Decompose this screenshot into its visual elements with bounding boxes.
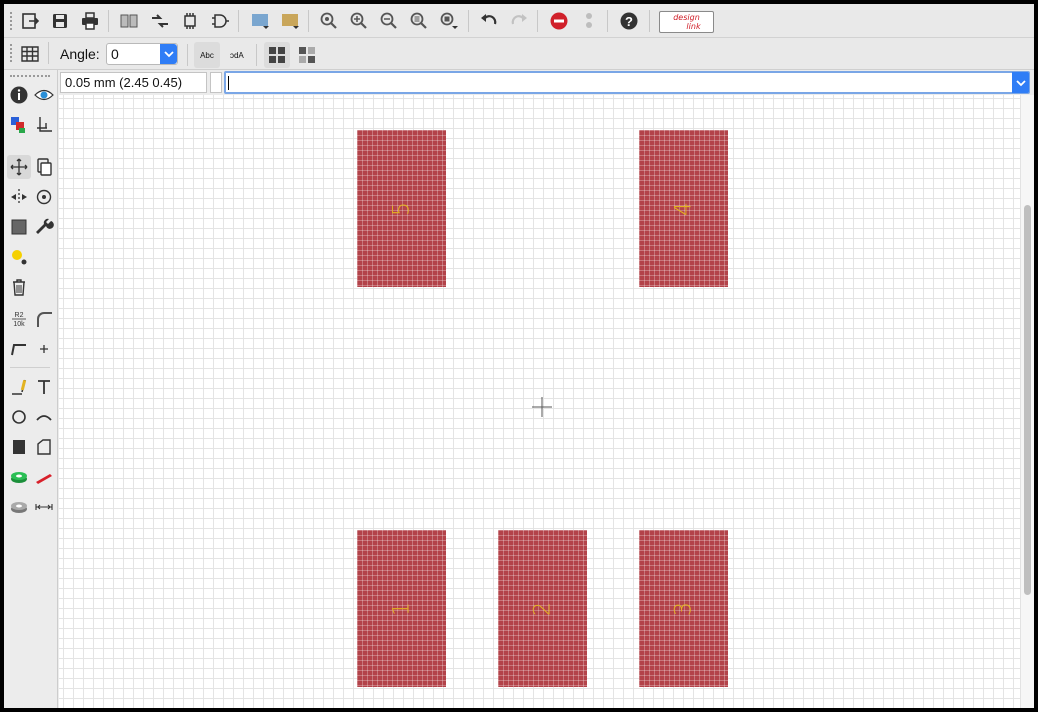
command-history-toggle[interactable] (210, 72, 222, 93)
design-link-button[interactable]: design link (659, 11, 714, 33)
line-icon[interactable] (7, 375, 31, 399)
ulp-icon[interactable] (277, 8, 303, 34)
vertical-scrollbar[interactable] (1020, 95, 1034, 708)
print-icon[interactable] (77, 8, 103, 34)
copy-icon[interactable] (32, 155, 56, 179)
left-toolbar-divider (10, 367, 50, 368)
mirror-icon[interactable] (7, 185, 31, 209)
zoom-fit-icon[interactable] (316, 8, 342, 34)
layout-mixed-icon[interactable] (294, 42, 320, 68)
stop-icon[interactable] (546, 8, 572, 34)
text-mirror-button[interactable]: Abc (224, 42, 250, 68)
pad-2[interactable]: 2 (498, 530, 587, 687)
text-icon[interactable] (32, 375, 56, 399)
pad-3[interactable]: 3 (639, 530, 728, 687)
design-link-line2: link (686, 22, 701, 31)
design-link-line1: design (673, 13, 700, 22)
scrollbar-thumb[interactable] (1024, 205, 1031, 595)
arrows-icon[interactable] (147, 8, 173, 34)
text-normal-label: Abc (200, 50, 214, 60)
toolbar2-grip[interactable] (10, 44, 13, 62)
layout-solid-icon[interactable] (264, 42, 290, 68)
zoom-out-icon[interactable] (376, 8, 402, 34)
group-icon[interactable] (7, 215, 31, 239)
angle-select[interactable]: 0 (106, 43, 178, 65)
mark-icon[interactable] (32, 113, 56, 137)
properties-icon[interactable] (7, 245, 31, 269)
pad-label: 1 (389, 601, 414, 616)
zoom-last-icon[interactable] (436, 8, 462, 34)
app-window: ? design link Angle: 0 Abc Abc R2 10k 0.… (4, 4, 1034, 708)
hole-icon[interactable] (7, 495, 31, 519)
angle-label: Angle: (60, 46, 100, 62)
scr-icon[interactable] (247, 8, 273, 34)
pad-label: 5 (389, 201, 414, 216)
help-icon[interactable]: ? (616, 8, 642, 34)
zoom-select-icon[interactable] (406, 8, 432, 34)
text-normal-button[interactable]: Abc (194, 42, 220, 68)
open-icon[interactable] (17, 8, 43, 34)
svg-text:?: ? (625, 14, 633, 29)
svg-text:R2: R2 (15, 312, 24, 319)
pad-label: 4 (671, 201, 696, 216)
arc-icon[interactable] (32, 405, 56, 429)
gate-icon[interactable] (207, 8, 233, 34)
undo-icon[interactable] (476, 8, 502, 34)
rotate-icon[interactable] (32, 185, 56, 209)
rect-icon[interactable] (7, 435, 31, 459)
layers-icon[interactable] (7, 113, 31, 137)
angle-value: 0 (111, 46, 119, 62)
via-icon[interactable] (7, 465, 31, 489)
redo-icon[interactable] (506, 8, 532, 34)
pad-4[interactable]: 4 (639, 130, 728, 287)
miter-icon[interactable] (32, 307, 56, 331)
polygon-icon[interactable] (32, 435, 56, 459)
pad-5[interactable]: 5 (357, 130, 446, 287)
delete-icon[interactable] (7, 275, 31, 299)
pad-label: 2 (530, 601, 555, 616)
origin-crosshair (532, 397, 552, 417)
svg-text:10k: 10k (13, 321, 25, 328)
wrench-icon[interactable] (32, 215, 56, 239)
left-toolbar: R2 10k (4, 70, 58, 708)
grid-icon[interactable] (17, 41, 43, 67)
toolbar-grip[interactable] (10, 12, 13, 30)
info-icon[interactable] (7, 83, 31, 107)
chevron-down-icon[interactable] (1012, 72, 1029, 93)
pad-label: 3 (671, 601, 696, 616)
add-icon[interactable] (32, 337, 56, 361)
smd-icon[interactable] (32, 465, 56, 489)
zoom-in-icon[interactable] (346, 8, 372, 34)
text-mirror-label: Abc (230, 50, 244, 60)
chevron-down-icon[interactable] (160, 44, 177, 64)
save-icon[interactable] (47, 8, 73, 34)
go-icon[interactable] (576, 8, 602, 34)
command-input[interactable] (224, 71, 1030, 94)
pad-1[interactable]: 1 (357, 530, 446, 687)
chip-icon[interactable] (177, 8, 203, 34)
circle-icon[interactable] (7, 405, 31, 429)
eye-icon[interactable] (32, 83, 56, 107)
book-icon[interactable] (116, 8, 142, 34)
layout-canvas[interactable]: 5 4 1 2 3 (59, 95, 1020, 708)
dimension-icon[interactable] (32, 495, 56, 519)
coordinate-display: 0.05 mm (2.45 0.45) (60, 72, 207, 93)
left-toolbar-grip[interactable] (10, 75, 50, 77)
main-toolbar: ? design link (4, 4, 1034, 38)
text-caret (228, 76, 229, 90)
value-icon[interactable]: R2 10k (7, 307, 31, 331)
split-icon[interactable] (7, 337, 31, 361)
move-icon[interactable] (7, 155, 31, 179)
